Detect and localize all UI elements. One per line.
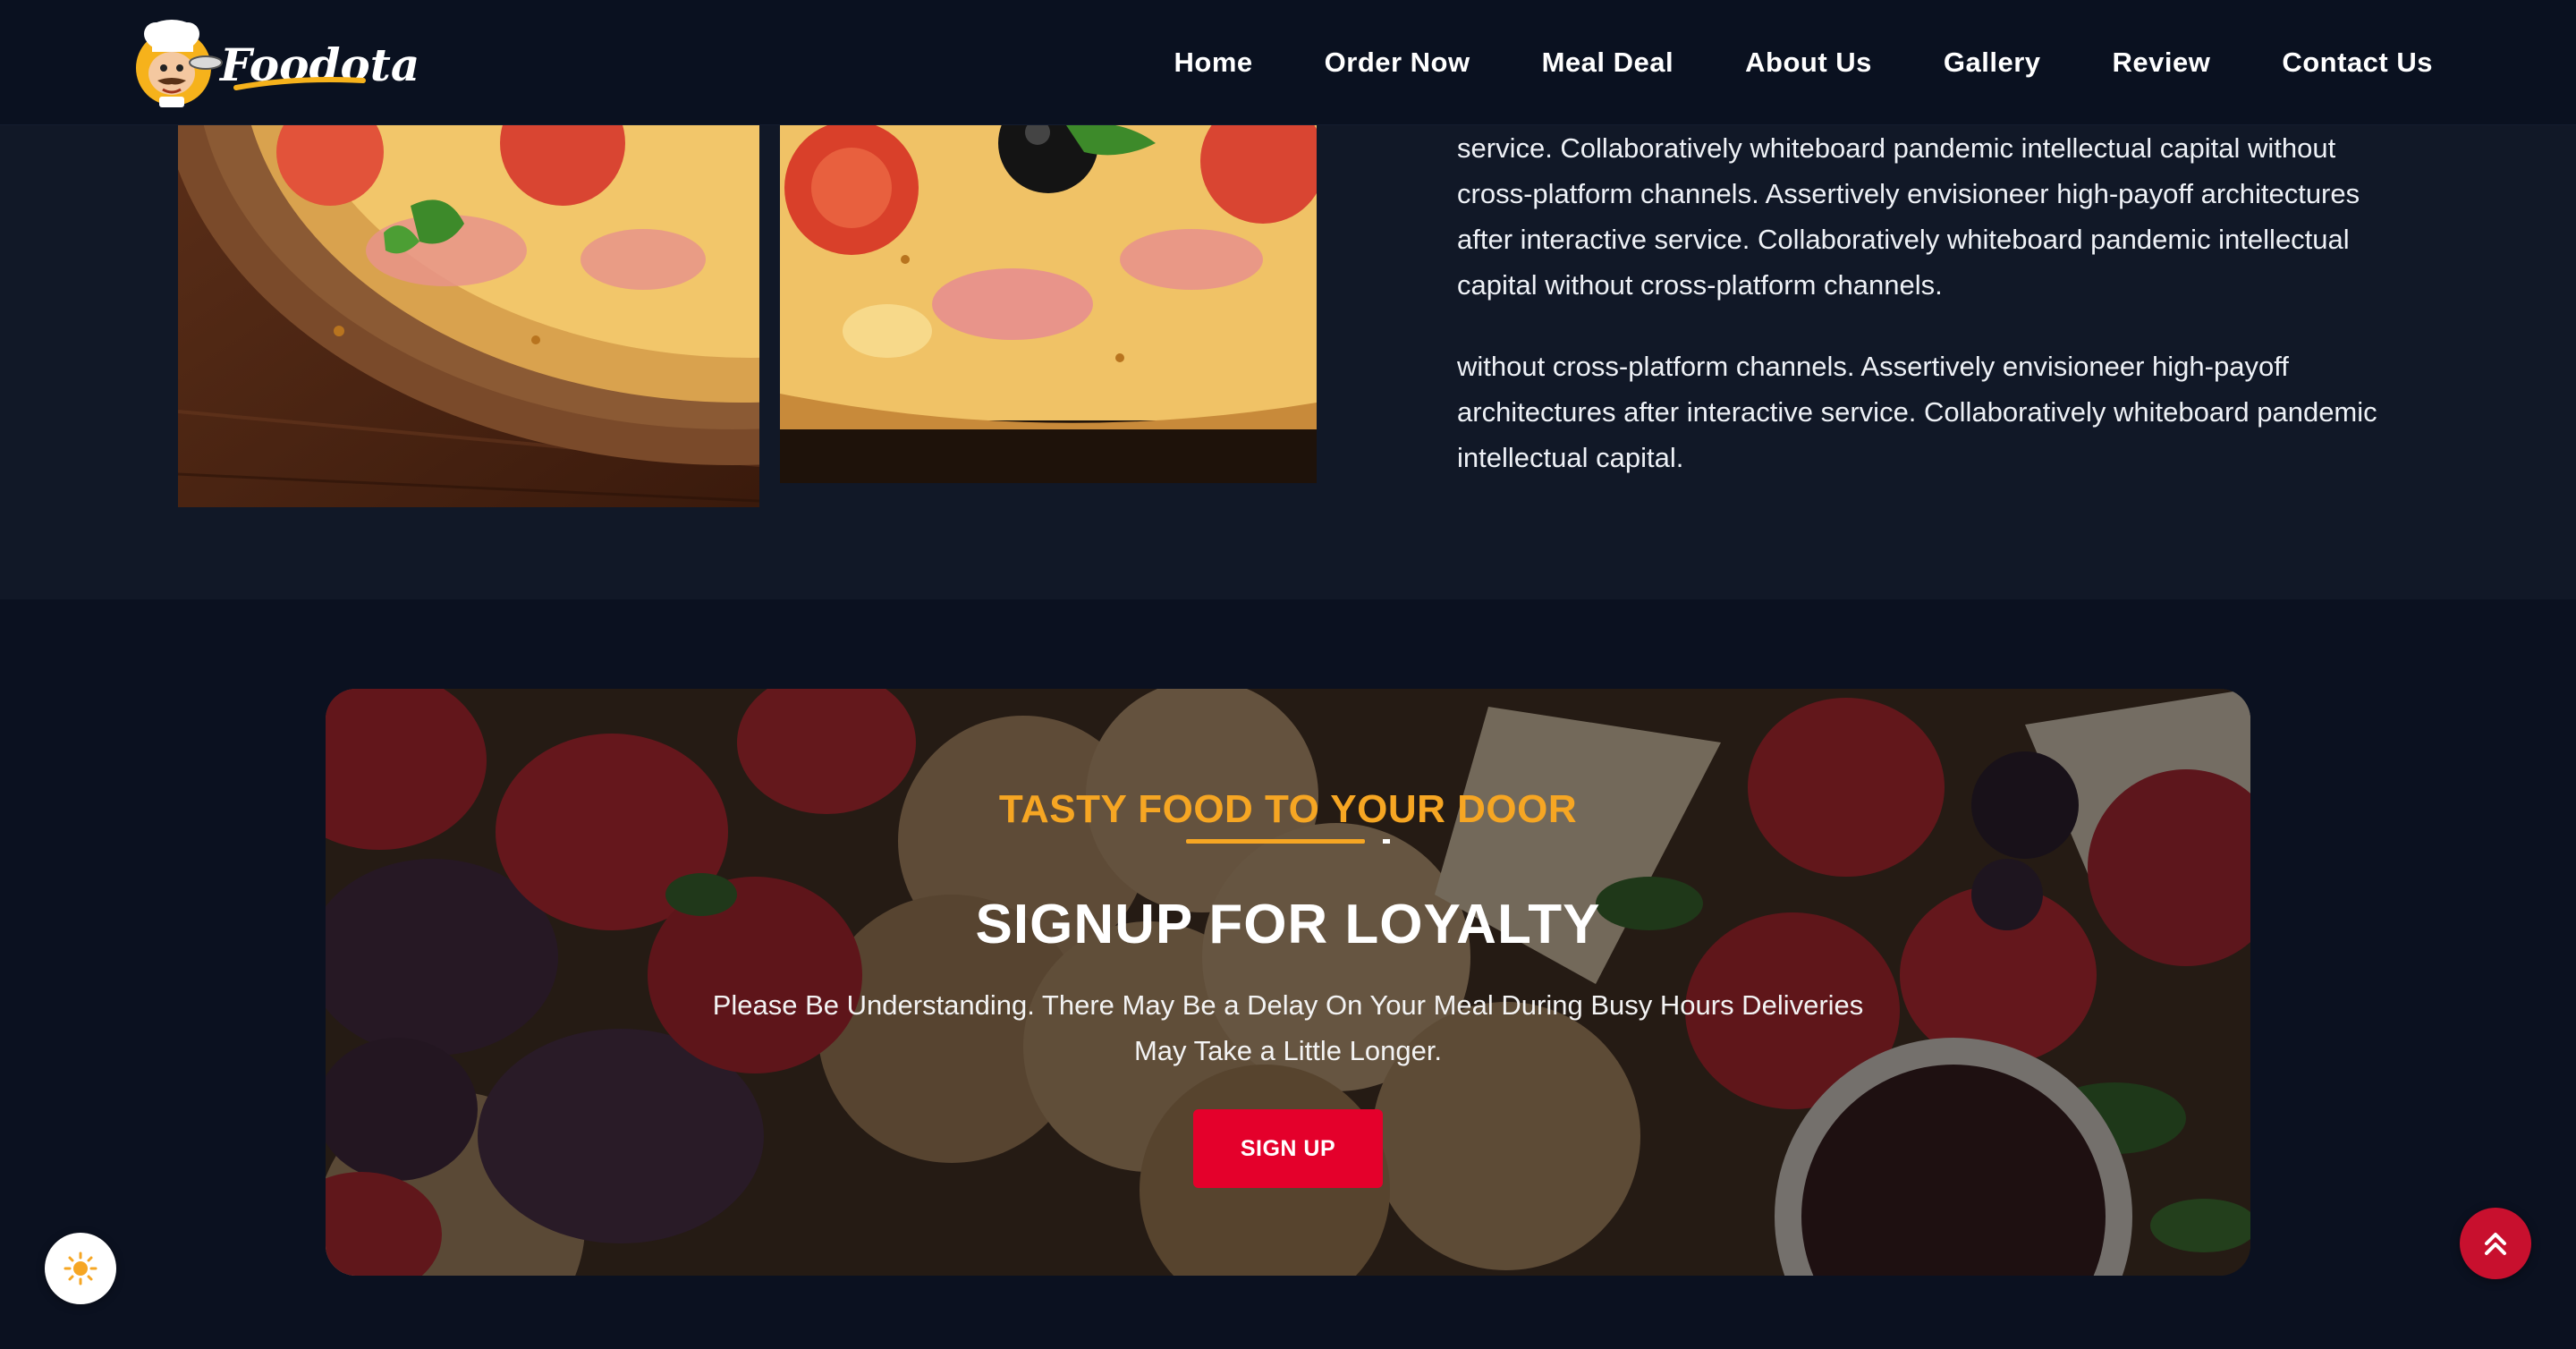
nav-about-us[interactable]: About Us — [1745, 47, 1872, 79]
nav-meal-deal[interactable]: Meal Deal — [1542, 47, 1674, 79]
theme-toggle-button[interactable] — [45, 1233, 116, 1304]
chef-mascot-icon — [127, 14, 224, 111]
banner-content: TASTY FOOD TO YOUR DOOR SIGNUP FOR LOYAL… — [326, 689, 2250, 1276]
loyalty-banner: TASTY FOOD TO YOUR DOOR SIGNUP FOR LOYAL… — [326, 689, 2250, 1276]
nav-contact-us[interactable]: Contact Us — [2282, 47, 2433, 79]
banner-title: SIGNUP FOR LOYALTY — [975, 894, 1601, 955]
nav-home[interactable]: Home — [1174, 47, 1253, 79]
banner-kicker: TASTY FOOD TO YOUR DOOR — [998, 787, 1578, 831]
site-header: Foodota Home Order Now Meal Deal About U… — [0, 0, 2576, 125]
pizza-image-right — [780, 125, 1317, 483]
kicker-underline-dot — [1383, 839, 1390, 844]
kicker-underline — [1186, 839, 1365, 844]
brand-logo[interactable]: Foodota — [127, 13, 419, 113]
about-paragraph: service. Collaboratively whiteboard pand… — [1457, 132, 2360, 301]
sign-up-button[interactable]: SIGN UP — [1193, 1109, 1383, 1188]
double-chevron-up-icon — [2485, 1233, 2506, 1255]
about-text: service. Collaboratively whiteboard pand… — [1457, 125, 2405, 480]
banner-description: Please Be Understanding. There May Be a … — [712, 989, 1864, 1066]
logo-swoosh-decoration — [233, 77, 366, 90]
scroll-to-top-button[interactable] — [2460, 1208, 2531, 1279]
nav-gallery[interactable]: Gallery — [1944, 47, 2041, 79]
nav-order-now[interactable]: Order Now — [1325, 47, 1470, 79]
main-nav: Home Order Now Meal Deal About Us Galler… — [1174, 0, 2434, 125]
sun-icon — [64, 1251, 97, 1285]
pizza-image-left — [178, 125, 759, 507]
nav-review[interactable]: Review — [2113, 47, 2211, 79]
about-section: service. Collaboratively whiteboard pand… — [0, 125, 2576, 599]
about-paragraph: without cross-platform channels. Asserti… — [1457, 351, 2377, 473]
